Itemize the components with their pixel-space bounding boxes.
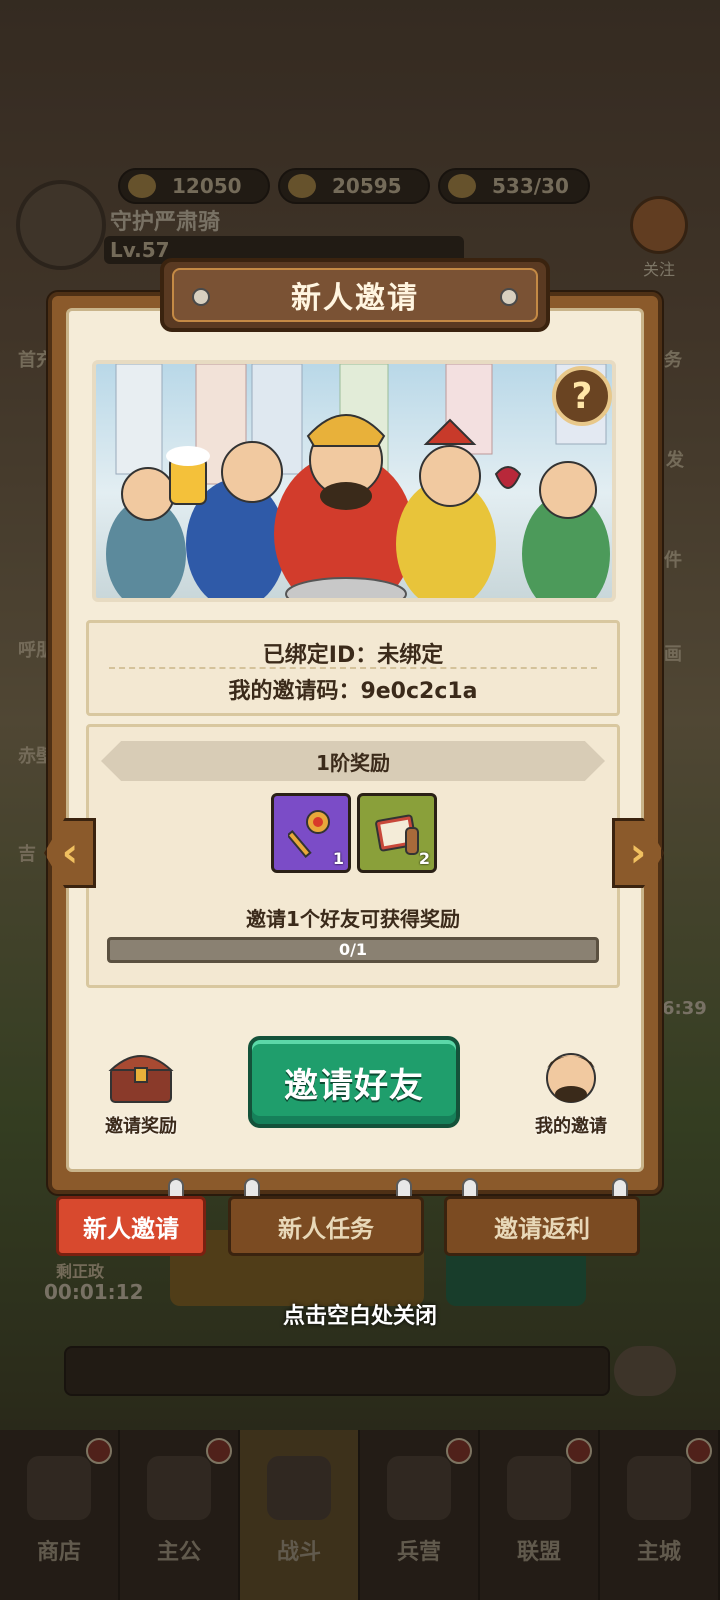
dashed-divider bbox=[109, 667, 597, 669]
tab-label: 新人邀请 bbox=[83, 1214, 179, 1243]
letter-scroll-icon bbox=[375, 814, 419, 855]
modal-title: 新人邀请 bbox=[172, 268, 538, 322]
rivet-icon bbox=[192, 288, 210, 306]
invite-friends-button[interactable]: 邀请好友 bbox=[248, 1036, 460, 1128]
bound-id-text: 已绑定ID：未绑定 bbox=[262, 643, 444, 668]
invite-code-text[interactable]: 我的邀请码：9e0c2c1a bbox=[89, 673, 617, 705]
invite-progress-bar: 0/1 bbox=[107, 937, 599, 963]
reward-count: 1 bbox=[332, 849, 344, 868]
invite-friends-label: 邀请好友 bbox=[284, 1065, 424, 1106]
tab-invite-rebate[interactable]: 邀请返利 bbox=[444, 1196, 640, 1256]
reward-item-key[interactable]: 1 bbox=[271, 793, 351, 873]
reward-count: 2 bbox=[418, 849, 430, 868]
tab-new-player-tasks[interactable]: 新人任务 bbox=[228, 1196, 424, 1256]
help-question-icon: ? bbox=[571, 375, 593, 417]
chevron-right-icon: › bbox=[629, 830, 647, 876]
close-hint-text: 点击空白处关闭 bbox=[282, 1304, 437, 1329]
invite-condition-text: 邀请1个好友可获得奖励 bbox=[246, 907, 460, 931]
modal-title-plate: 新人邀请 bbox=[160, 258, 550, 332]
progress-text: 0/1 bbox=[338, 940, 368, 959]
heroes-toasting-illustration bbox=[106, 364, 610, 598]
rivet-icon bbox=[500, 288, 518, 306]
invite-reward-label: 邀请奖励 bbox=[105, 1116, 177, 1137]
help-question-button[interactable]: ? bbox=[552, 366, 612, 426]
reward-item-letter[interactable]: 2 bbox=[357, 793, 437, 873]
tier-reward-panel: 1阶奖励 1 2 邀请1个好友可获得奖励 0/1 bbox=[86, 724, 620, 988]
invite-banner-illustration bbox=[92, 360, 616, 602]
chevron-left-icon: ‹ bbox=[61, 830, 79, 876]
hero-portrait-icon bbox=[546, 1053, 596, 1103]
invite-reward-button[interactable]: 邀请奖励 bbox=[86, 1046, 196, 1138]
tab-label: 邀请返利 bbox=[494, 1214, 590, 1243]
golden-key-icon bbox=[288, 810, 330, 859]
tier-title: 1阶奖励 bbox=[101, 741, 605, 781]
tab-new-player-invite[interactable]: 新人邀请 bbox=[56, 1196, 206, 1256]
my-invites-label: 我的邀请 bbox=[535, 1116, 607, 1137]
treasure-chest-icon bbox=[108, 1055, 174, 1103]
my-invites-button[interactable]: 我的邀请 bbox=[516, 1046, 626, 1138]
invite-id-panel: 已绑定ID：未绑定 我的邀请码：9e0c2c1a bbox=[86, 620, 620, 716]
tab-label: 新人任务 bbox=[278, 1214, 374, 1243]
